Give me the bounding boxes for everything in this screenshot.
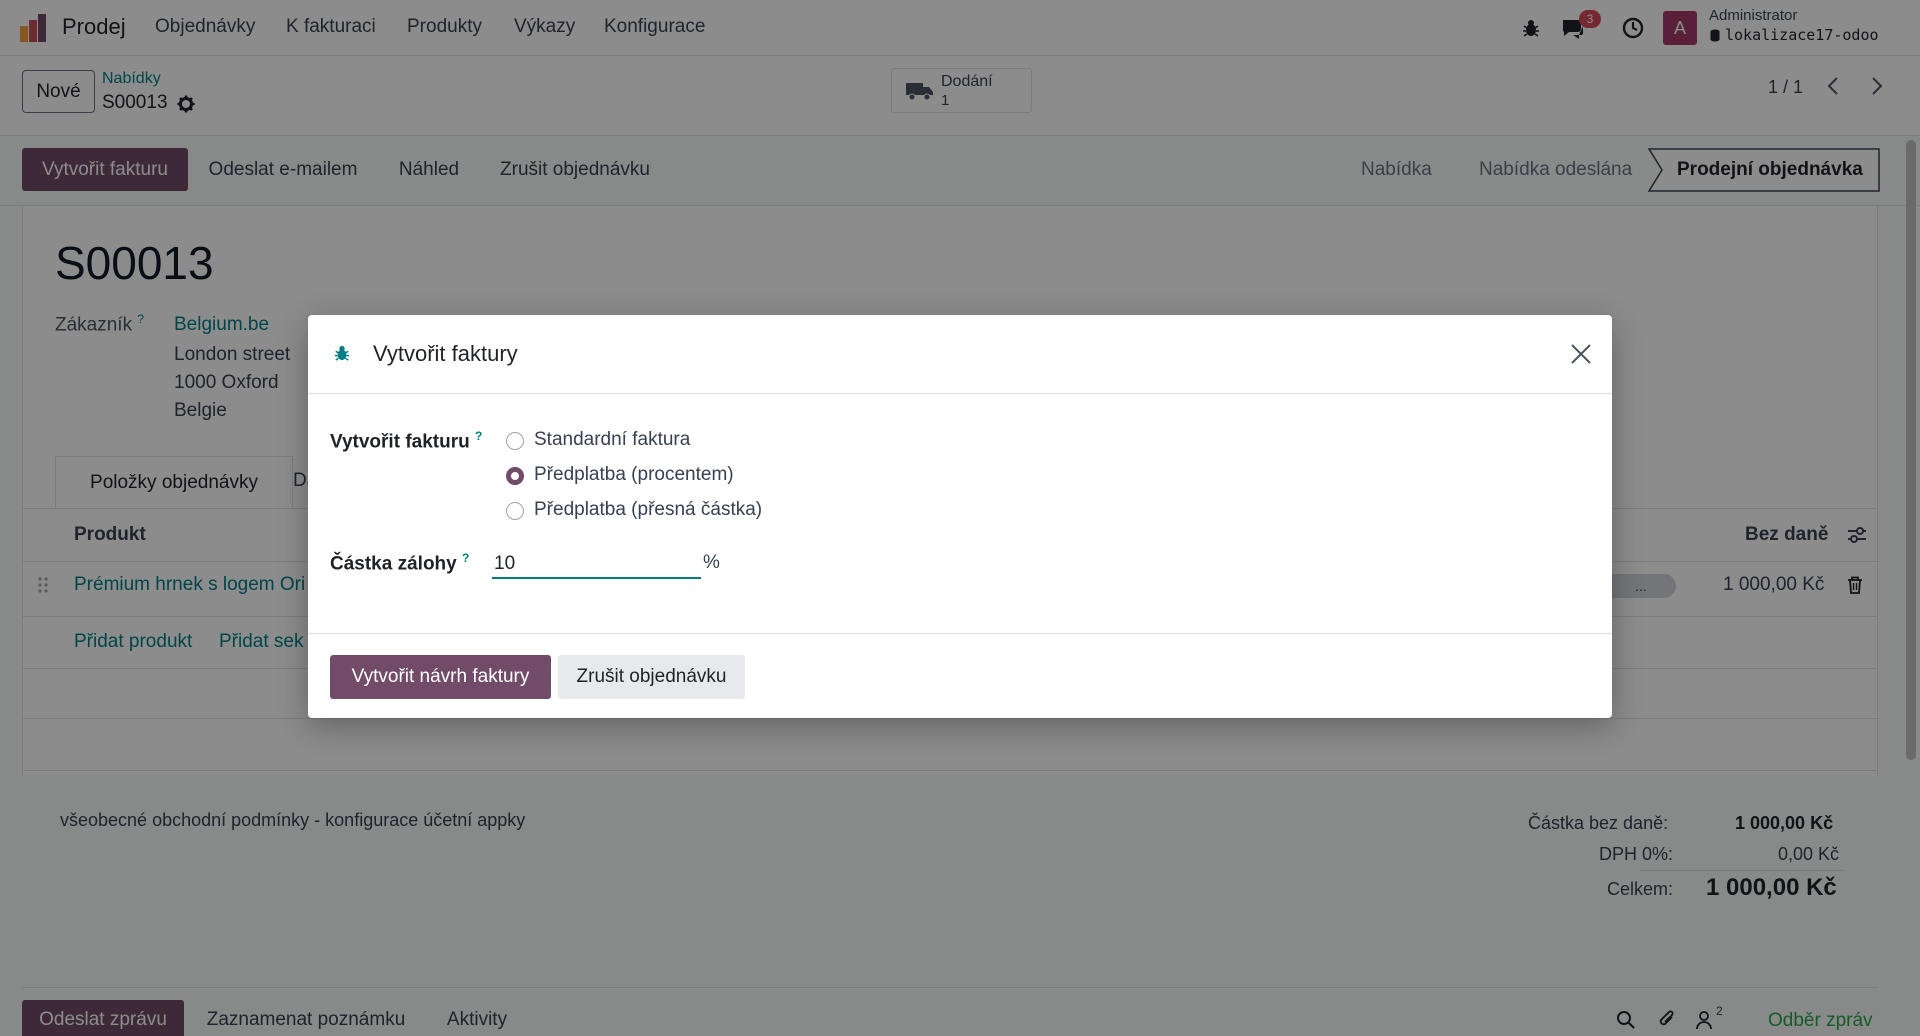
create-draft-invoice-button[interactable]: Vytvořit návrh faktury bbox=[330, 655, 551, 699]
dialog-footer-divider bbox=[308, 633, 1612, 634]
downpayment-amount-input[interactable]: 10 bbox=[492, 549, 701, 579]
option-fixed-downpayment[interactable]: Předplatba (přesná částka) bbox=[534, 499, 762, 521]
dialog-title: Vytvořit faktury bbox=[373, 341, 518, 366]
help-tooltip-icon[interactable]: ? bbox=[475, 429, 482, 443]
percent-unit: % bbox=[703, 552, 720, 573]
close-icon[interactable] bbox=[1570, 343, 1592, 365]
option-percentage-downpayment[interactable]: Předplatba (procentem) bbox=[534, 464, 734, 486]
dialog-cancel-button[interactable]: Zrušit objednávku bbox=[558, 655, 745, 699]
option-standard-invoice[interactable]: Standardní faktura bbox=[534, 429, 690, 451]
radio-fixed-downpayment[interactable] bbox=[506, 502, 524, 520]
radio-percentage-downpayment[interactable] bbox=[506, 467, 524, 485]
debug-bug-icon[interactable] bbox=[334, 344, 350, 362]
downpayment-amount-label: Částka zálohy ? bbox=[330, 551, 470, 575]
help-tooltip-icon[interactable]: ? bbox=[462, 551, 469, 565]
create-invoices-dialog: Vytvořit faktury Vytvořit fakturu ? Stan… bbox=[308, 315, 1612, 718]
invoice-type-label: Vytvořit fakturu ? bbox=[330, 429, 483, 453]
radio-standard-invoice[interactable] bbox=[506, 432, 524, 450]
dialog-header-divider bbox=[308, 393, 1612, 394]
